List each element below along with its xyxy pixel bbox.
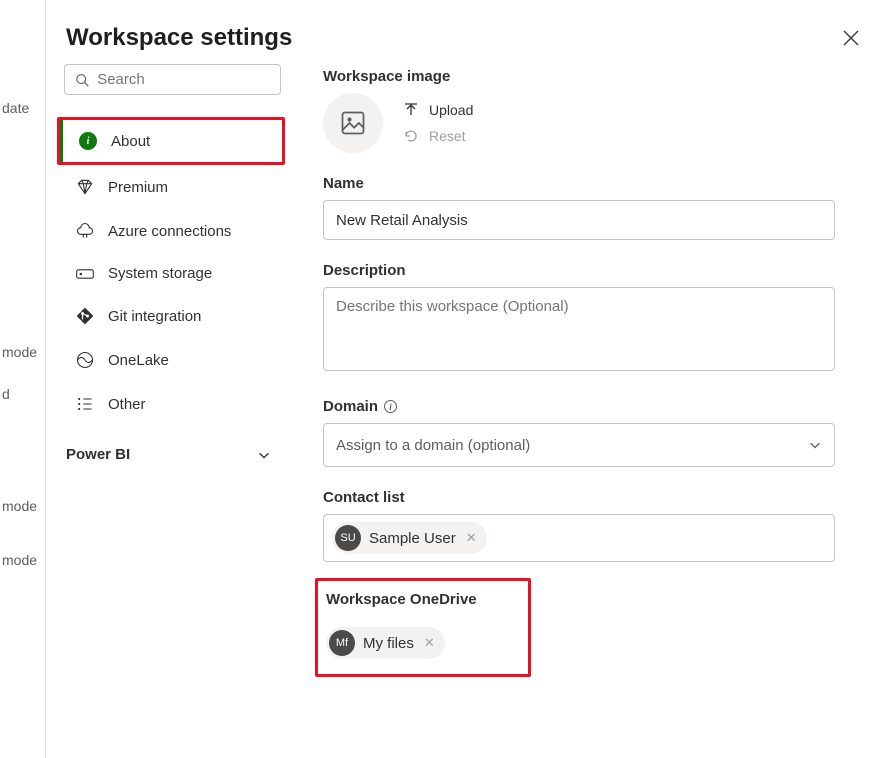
domain-select[interactable]: Assign to a domain (optional)	[323, 423, 835, 467]
upload-icon	[403, 102, 419, 118]
reset-icon	[403, 128, 419, 144]
field-description: Description	[323, 262, 835, 376]
field-domain: Domain i Assign to a domain (optional)	[323, 398, 835, 467]
search-icon	[75, 72, 89, 88]
upload-button[interactable]: Upload	[403, 102, 473, 118]
nav-label: Premium	[108, 179, 168, 196]
reset-button: Reset	[403, 128, 473, 144]
close-button[interactable]	[837, 24, 865, 52]
avatar: Mf	[329, 630, 355, 656]
contact-input[interactable]: SU Sample User ✕	[323, 514, 835, 562]
nav-item-other[interactable]: Other	[57, 382, 285, 426]
nav-item-premium[interactable]: Premium	[57, 165, 285, 209]
chevron-down-icon	[808, 438, 822, 452]
name-label: Name	[323, 175, 835, 192]
nav-label: About	[111, 133, 150, 150]
search-input[interactable]	[97, 71, 270, 88]
background-fragments: date mode d mode mode	[0, 0, 45, 572]
remove-chip-button[interactable]: ✕	[464, 530, 479, 546]
info-icon[interactable]: i	[384, 400, 397, 413]
onedrive-label: Workspace OneDrive	[326, 591, 520, 608]
section-powerbi[interactable]: Power BI	[60, 426, 285, 473]
nav-item-onelake[interactable]: OneLake	[57, 338, 285, 382]
highlight-onedrive: Workspace OneDrive Mf My files ✕	[315, 578, 531, 677]
onedrive-input-inner[interactable]: Mf My files ✕	[326, 616, 520, 664]
nav-item-azure[interactable]: Azure connections	[57, 209, 285, 253]
nav-label: Git integration	[108, 308, 201, 325]
nav-item-git[interactable]: Git integration	[57, 294, 285, 338]
field-onedrive: Workspace OneDrive Mf My files ✕	[323, 584, 835, 669]
description-label: Description	[323, 262, 835, 279]
close-icon	[843, 30, 859, 46]
cloud-icon	[74, 221, 96, 241]
chevron-down-icon	[257, 448, 271, 462]
nav-label: Azure connections	[108, 223, 231, 240]
settings-sidebar: i About Premium Azure connections	[60, 52, 285, 758]
contact-label: Contact list	[323, 489, 835, 506]
highlight-about: i About	[57, 117, 285, 165]
domain-label: Domain i	[323, 398, 835, 415]
field-contact-list: Contact list SU Sample User ✕	[323, 489, 835, 562]
nav-label: System storage	[108, 265, 212, 282]
section-label: Power BI	[66, 446, 130, 463]
search-input-wrapper[interactable]	[64, 64, 281, 95]
workspace-settings-dialog: Workspace settings i About Premium	[45, 0, 885, 758]
chip-label: Sample User	[369, 530, 456, 547]
avatar: SU	[335, 525, 361, 551]
nav-label: OneLake	[108, 352, 169, 369]
name-input[interactable]	[323, 200, 835, 240]
remove-chip-button[interactable]: ✕	[422, 635, 437, 651]
nav-item-storage[interactable]: System storage	[57, 253, 285, 294]
image-icon	[339, 109, 367, 137]
domain-placeholder: Assign to a domain (optional)	[336, 437, 530, 454]
nav-label: Other	[108, 396, 146, 413]
info-icon: i	[77, 132, 99, 150]
contact-chip: SU Sample User ✕	[332, 522, 487, 554]
chip-label: My files	[363, 635, 414, 652]
storage-icon	[74, 266, 96, 282]
dialog-title: Workspace settings	[66, 24, 292, 52]
image-label: Workspace image	[323, 68, 835, 85]
onelake-icon	[74, 350, 96, 370]
image-preview	[323, 93, 383, 153]
field-workspace-image: Workspace image Upload Reset	[323, 68, 835, 153]
onedrive-chip: Mf My files ✕	[326, 627, 445, 659]
nav-item-about[interactable]: i About	[60, 120, 282, 162]
field-name: Name	[323, 175, 835, 240]
settings-content: Workspace image Upload Reset	[285, 52, 885, 758]
git-icon	[74, 306, 96, 326]
diamond-icon	[74, 177, 96, 197]
other-icon	[74, 394, 96, 414]
description-input[interactable]	[323, 287, 835, 371]
